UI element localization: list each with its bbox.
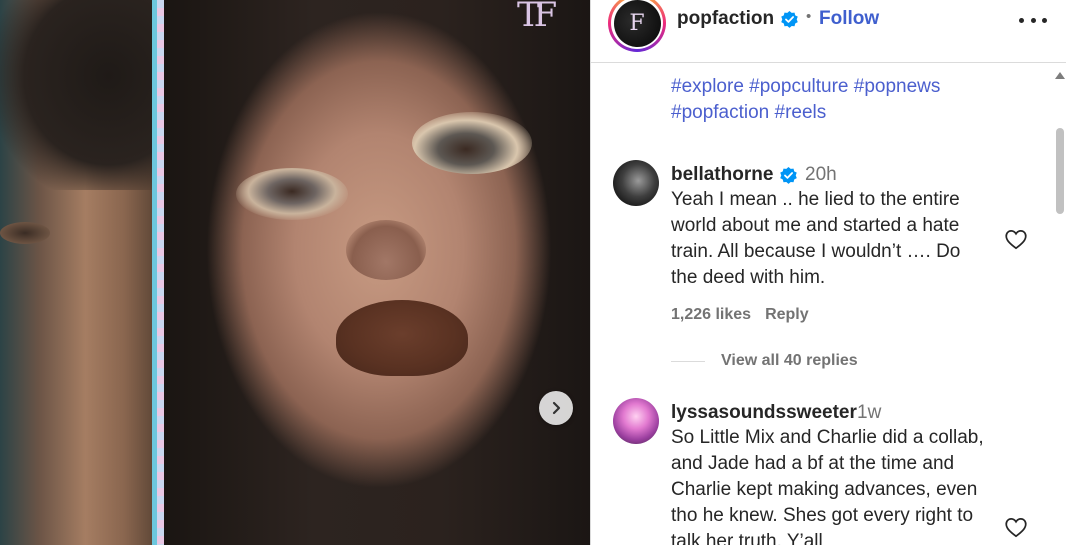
- comment-likes[interactable]: 1,226 likes: [671, 306, 751, 323]
- separator-dot: •: [806, 8, 812, 25]
- hashtag-link[interactable]: #popculture: [749, 76, 848, 97]
- follow-button[interactable]: Follow: [819, 8, 879, 30]
- comment-text: Yeah I mean .. he lied to the entire wor…: [671, 189, 961, 288]
- author-username[interactable]: popfaction: [677, 8, 774, 30]
- heart-icon[interactable]: [1003, 226, 1029, 252]
- comment-username[interactable]: bellathorne: [671, 164, 773, 186]
- previous-slide-photo: [0, 0, 155, 545]
- comment-text: So Little Mix and Charlie did a collab, …: [671, 427, 984, 545]
- hashtag-link[interactable]: #reels: [775, 102, 827, 123]
- slide-divider: [152, 0, 164, 545]
- commenter-avatar[interactable]: [613, 160, 659, 206]
- comment-timestamp[interactable]: 1w: [857, 402, 881, 424]
- view-replies-button[interactable]: View all 40 replies: [671, 352, 858, 370]
- comment-meta: 1,226 likes Reply: [671, 306, 809, 324]
- chevron-right-icon: [552, 401, 561, 415]
- post-header: F popfaction • Follow: [591, 0, 1066, 63]
- comment-username[interactable]: lyssasoundssweeter: [671, 402, 857, 424]
- verified-badge-icon: [780, 166, 797, 184]
- next-slide-button[interactable]: [539, 391, 573, 425]
- hashtag-link[interactable]: #popnews: [854, 76, 941, 97]
- more-options-icon[interactable]: [1019, 18, 1047, 26]
- comments-scrollbar[interactable]: [1052, 70, 1066, 545]
- caption-hashtags: #explore #popculture #popnews #popfactio…: [671, 74, 1011, 126]
- brand-logo-watermark: TF: [517, 0, 557, 35]
- commenter-avatar[interactable]: [613, 398, 659, 444]
- scroll-up-arrow-icon[interactable]: [1055, 72, 1065, 79]
- heart-icon[interactable]: [1003, 514, 1029, 540]
- hashtag-link[interactable]: #explore: [671, 76, 744, 97]
- comment-timestamp[interactable]: 20h: [805, 164, 837, 186]
- author-avatar[interactable]: F: [608, 0, 666, 52]
- post-photo: [164, 0, 590, 545]
- scrollbar-thumb[interactable]: [1056, 128, 1064, 214]
- hashtag-link[interactable]: #popfaction: [671, 102, 769, 123]
- verified-badge-icon: [781, 10, 798, 28]
- post-media: TF: [0, 0, 590, 545]
- comments-scroll-area[interactable]: #explore #popculture #popnews #popfactio…: [591, 64, 1066, 545]
- post-details-panel: F popfaction • Follow #explore #popcultu…: [590, 0, 1066, 545]
- reply-button[interactable]: Reply: [765, 306, 809, 323]
